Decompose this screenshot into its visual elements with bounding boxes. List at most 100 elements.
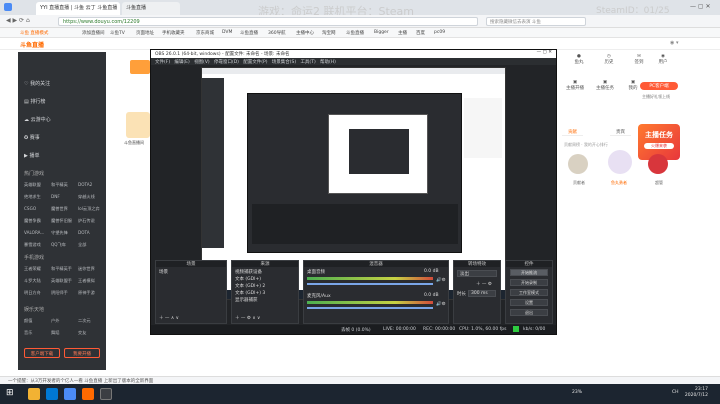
- search-input[interactable]: 搜索隐藏微信去表演 斗鱼: [486, 17, 586, 26]
- taskbar-clock[interactable]: 23:17 2020/7/12: [685, 387, 708, 399]
- pc-client-badge[interactable]: PC客户端: [640, 82, 678, 90]
- transition-type-select[interactable]: 淡出: [457, 270, 497, 277]
- tab-contribution[interactable]: 贡献: [562, 127, 583, 136]
- nav-game-link[interactable]: DNF: [51, 194, 60, 199]
- nav-game-link[interactable]: 二次元: [78, 318, 91, 324]
- bookmark-item[interactable]: DVM: [222, 30, 232, 35]
- rank-avatar[interactable]: [648, 154, 668, 174]
- nav-game-link[interactable]: 全部: [78, 242, 86, 248]
- bookmark-item[interactable]: 京东商城: [196, 30, 214, 36]
- nav-game-link[interactable]: 穿越火线: [78, 194, 95, 200]
- mixer-mute-icon[interactable]: 🔊⚙: [436, 302, 446, 307]
- site-logo[interactable]: 斗鱼直播: [20, 40, 44, 49]
- obs-menu-item[interactable]: 视图(V): [194, 60, 210, 65]
- nav-game-link[interactable]: 魔兽争霸: [24, 218, 41, 224]
- nav-game-link[interactable]: 魔兽世界: [51, 206, 68, 212]
- transition-duration-input[interactable]: 300 ms: [468, 290, 496, 297]
- explorer-icon[interactable]: [28, 388, 40, 400]
- app-icon[interactable]: [46, 388, 58, 400]
- nav-game-link[interactable]: 阴阳师手: [51, 290, 68, 296]
- settings-button[interactable]: 设置: [510, 299, 548, 306]
- bookmark-item[interactable]: pc09: [434, 30, 445, 35]
- obs-menu-item[interactable]: 编辑(E): [174, 60, 189, 65]
- exit-button[interactable]: 退出: [510, 309, 548, 316]
- obs-menu-item[interactable]: 帮助(H): [320, 60, 336, 65]
- streamer-avatar[interactable]: [126, 112, 150, 138]
- back-forward-icon[interactable]: ◀ ▶ ⟳ ⌂: [6, 17, 30, 24]
- user-menu-icon[interactable]: ◉ ▾: [670, 40, 678, 46]
- input-language[interactable]: CH: [672, 390, 679, 395]
- mixer-volume-slider[interactable]: [307, 283, 433, 285]
- nav-game-link[interactable]: QQ飞车: [51, 242, 66, 248]
- window-controls-icon[interactable]: — ▢ ✕: [690, 3, 711, 10]
- nav-game-link[interactable]: DOTA2: [78, 182, 92, 187]
- download-client-button[interactable]: 客户端下载: [24, 348, 60, 358]
- user-avatar-icon[interactable]: ◉ 用户: [648, 54, 678, 65]
- nav-game-link[interactable]: 斗罗大陆: [24, 278, 41, 284]
- start-stream-button[interactable]: 我要开播: [64, 348, 100, 358]
- bookmark-item[interactable]: 斗鱼直播: [240, 30, 258, 36]
- obs-menu-item[interactable]: 文件(F): [155, 60, 170, 65]
- obs-menu-item[interactable]: 场景集合(S): [272, 60, 296, 65]
- nav-game-link[interactable]: 原神手游: [78, 290, 95, 296]
- nav-game-link[interactable]: 英雄联盟手: [51, 278, 72, 284]
- source-item[interactable]: 显示器捕获: [235, 297, 258, 303]
- nav-item-follow[interactable]: ♡ 我的关注: [24, 80, 50, 87]
- nav-game-link[interactable]: 户外: [51, 318, 59, 324]
- obs-menu-item[interactable]: 配置文件(P): [243, 60, 267, 65]
- rank-avatar[interactable]: [608, 150, 632, 174]
- task-link[interactable]: ▣ 主播任务: [590, 80, 620, 91]
- nav-game-link[interactable]: 绝地求生: [24, 194, 41, 200]
- douyu-icon[interactable]: [82, 388, 94, 400]
- bookmark-item[interactable]: 斗鱼TV: [110, 30, 125, 36]
- scene-toolbar[interactable]: ＋ — ∧ ∨: [159, 315, 179, 321]
- history-icon[interactable]: ◷ 历史: [594, 54, 624, 65]
- nav-game-link[interactable]: VALORA...: [24, 230, 44, 235]
- nav-game-link[interactable]: 交友: [78, 330, 86, 336]
- mixer-mute-icon[interactable]: 🔊⚙: [436, 278, 446, 283]
- source-item[interactable]: 文本 (GDI+) 2: [235, 283, 265, 289]
- nav-item-playlist[interactable]: ▶ 播单: [24, 152, 39, 159]
- studio-mode-button[interactable]: 工作室模式: [510, 289, 548, 296]
- obs-menu-item[interactable]: 工具(T): [300, 60, 315, 65]
- nav-game-link[interactable]: 魔兽怀旧服: [51, 218, 72, 224]
- nav-game-link[interactable]: 舞蹈: [51, 330, 59, 336]
- nav-game-link[interactable]: DOTA: [78, 230, 90, 235]
- bookmark-item[interactable]: 主播: [398, 30, 407, 36]
- nav-game-link[interactable]: 守望先锋: [51, 230, 68, 236]
- start-streaming-button[interactable]: 开始推流: [510, 269, 548, 276]
- nav-game-link[interactable]: 颜值: [24, 318, 32, 324]
- source-item[interactable]: 视频捕获设备: [235, 269, 262, 275]
- nav-item-rank[interactable]: ▤ 排行榜: [24, 98, 45, 105]
- nav-game-link[interactable]: 和平精英: [51, 182, 68, 188]
- bookmark-item[interactable]: Bigger: [374, 30, 389, 35]
- nav-item-cloud[interactable]: ☁ 云游中心: [24, 116, 51, 123]
- rank-avatar[interactable]: [568, 154, 588, 174]
- start-recording-button[interactable]: 开始录制: [510, 279, 548, 286]
- bookmark-item[interactable]: 淘宝网: [322, 30, 336, 36]
- nav-game-link[interactable]: 暴雪游戏: [24, 242, 41, 248]
- browser-tab-active[interactable]: YYI 直播直播 | 斗鱼 云丁 斗鱼直播: [36, 2, 120, 15]
- source-item[interactable]: 文本 (GDI+) 3: [235, 290, 265, 296]
- bookmark-item[interactable]: 主播中心: [296, 30, 314, 36]
- bookmark-item[interactable]: 360导航: [268, 30, 286, 36]
- nav-game-link[interactable]: lol云顶之弈: [78, 206, 100, 212]
- obs-taskbar-icon[interactable]: [100, 388, 112, 400]
- nav-game-link[interactable]: CSGO: [24, 206, 36, 211]
- obs-window-controls-icon[interactable]: — ▢ ✕: [537, 50, 552, 55]
- nav-game-link[interactable]: 英雄联盟: [24, 182, 41, 188]
- bookmark-item[interactable]: 手机收藏夹: [162, 30, 185, 36]
- start-menu-icon[interactable]: ⊞: [6, 388, 18, 400]
- bookmark-item[interactable]: 斗鱼 直播模式: [20, 30, 48, 36]
- bookmark-item[interactable]: 页面地址: [136, 30, 154, 36]
- nav-game-link[interactable]: 明日方舟: [24, 290, 41, 296]
- anchor-link[interactable]: ▣ 主播开播: [560, 80, 590, 91]
- nav-game-link[interactable]: 王者模拟: [78, 278, 95, 284]
- url-input[interactable]: https://www.douyu.com/12209: [58, 17, 478, 26]
- nav-game-link[interactable]: 王者荣耀: [24, 266, 41, 272]
- nav-game-link[interactable]: 和平精英手: [51, 266, 72, 272]
- browser-tab[interactable]: 斗鱼直播: [122, 2, 180, 15]
- nav-game-link[interactable]: 音乐: [24, 330, 32, 336]
- bookmark-item[interactable]: 添加直播间: [82, 30, 105, 36]
- obs-menu-item[interactable]: 停靠窗口(D): [214, 60, 239, 65]
